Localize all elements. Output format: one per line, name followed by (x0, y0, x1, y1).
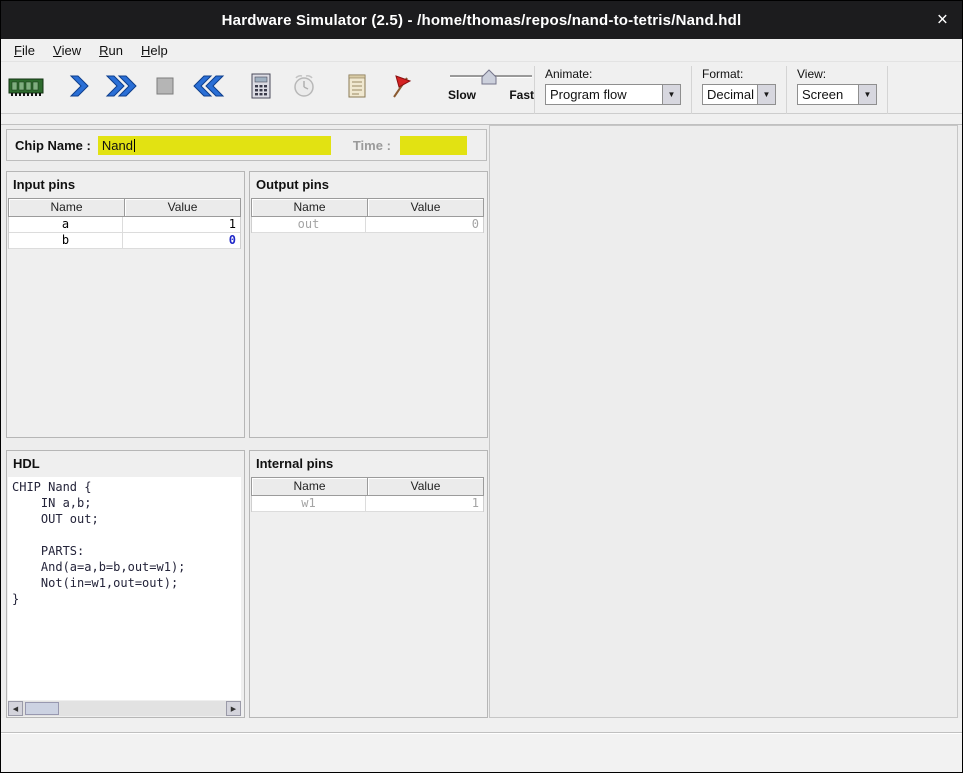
menu-help[interactable]: Help (132, 39, 177, 61)
column-header-value: Value (368, 198, 484, 217)
slider-slow-label: Slow (448, 88, 476, 102)
slider-thumb[interactable] (482, 70, 496, 84)
clock-button[interactable] (285, 66, 322, 106)
chip-name-label: Chip Name : (15, 138, 91, 153)
close-icon[interactable]: × (937, 11, 948, 30)
horizontal-scrollbar[interactable]: ◀ ▶ (8, 701, 241, 716)
chip-name-bar: Chip Name : Nand Time : (6, 129, 487, 161)
stop-square-icon (152, 73, 178, 99)
menu-view[interactable]: View (44, 39, 90, 61)
hdl-code: CHIP Nand { IN a,b; OUT out; PARTS: And(… (8, 477, 241, 700)
step-forward-icon (66, 73, 92, 99)
table-row[interactable]: a 1 (9, 217, 240, 233)
single-step-button[interactable] (60, 66, 97, 106)
chip-name-input[interactable]: Nand (98, 136, 331, 155)
chevron-down-icon[interactable]: ▼ (757, 85, 775, 104)
format-value: Decimal (703, 85, 757, 104)
format-select[interactable]: Decimal ▼ (702, 84, 776, 105)
scrollbar-track[interactable] (23, 701, 226, 716)
slider-fast-label: Fast (509, 88, 534, 102)
view-combo-group: View: Screen ▼ (786, 66, 888, 114)
pin-name-cell: out (252, 217, 366, 232)
stop-button[interactable] (146, 66, 183, 106)
input-pins-title: Input pins (7, 172, 244, 196)
format-combo-group: Format: Decimal ▼ (691, 66, 786, 114)
speed-slider[interactable] (448, 68, 534, 86)
time-field (400, 136, 467, 155)
calculator-button[interactable] (242, 66, 279, 106)
pin-name-cell: w1 (252, 496, 366, 511)
script-button[interactable] (338, 66, 375, 106)
menu-run[interactable]: Run (90, 39, 132, 61)
table-row: w1 1 (252, 496, 483, 512)
pin-value-cell[interactable]: 0 (123, 233, 240, 248)
internal-pins-title: Internal pins (250, 451, 487, 475)
screen-view-panel (489, 125, 958, 718)
internal-pins-table: Name Value w1 1 (251, 477, 484, 512)
column-header-name: Name (8, 198, 125, 217)
calculator-icon (249, 72, 273, 100)
scroll-right-icon[interactable]: ▶ (226, 701, 241, 716)
script-scroll-icon (344, 72, 370, 100)
column-header-value: Value (125, 198, 241, 217)
table-row[interactable]: b 0 (9, 233, 240, 249)
menu-bar: File View Run Help (1, 39, 962, 62)
text-cursor (134, 139, 135, 152)
input-pins-table: Name Value a 1 b 0 (8, 198, 241, 249)
reset-button[interactable] (189, 66, 226, 106)
format-label: Format: (702, 67, 776, 81)
menu-file[interactable]: File (5, 39, 44, 61)
hardware-simulator-window: Hardware Simulator (2.5) - /home/thomas/… (0, 0, 963, 773)
animate-select[interactable]: Program flow ▼ (545, 84, 681, 105)
column-header-name: Name (251, 477, 368, 496)
chevron-down-icon[interactable]: ▼ (858, 85, 876, 104)
scroll-left-icon[interactable]: ◀ (8, 701, 23, 716)
fast-forward-icon (104, 73, 140, 99)
view-select[interactable]: Screen ▼ (797, 84, 877, 105)
pin-name-cell: b (9, 233, 123, 248)
toolbar: Slow Fast Animate: Program flow ▼ Format… (1, 63, 962, 114)
pin-value-cell: 0 (366, 217, 483, 232)
internal-pins-panel: Internal pins Name Value w1 1 (249, 450, 488, 718)
scrollbar-thumb[interactable] (25, 702, 59, 715)
time-label: Time : (353, 138, 391, 153)
speed-slider-group: Slow Fast (448, 66, 534, 102)
column-header-name: Name (251, 198, 368, 217)
chevron-down-icon[interactable]: ▼ (662, 85, 680, 104)
breakpoints-button[interactable] (381, 66, 418, 106)
memory-chip-icon (8, 72, 44, 100)
view-value: Screen (798, 85, 858, 104)
hdl-panel: HDL CHIP Nand { IN a,b; OUT out; PARTS: … (6, 450, 245, 718)
run-button[interactable] (103, 66, 140, 106)
pin-value-cell[interactable]: 1 (123, 217, 240, 232)
output-pins-panel: Output pins Name Value out 0 (249, 171, 488, 438)
animate-combo-group: Animate: Program flow ▼ (534, 66, 691, 114)
pin-value-cell: 1 (366, 496, 483, 511)
animate-label: Animate: (545, 67, 681, 81)
load-chip-button[interactable] (7, 66, 44, 106)
output-pins-table: Name Value out 0 (251, 198, 484, 233)
column-header-value: Value (368, 477, 484, 496)
rewind-icon (190, 73, 226, 99)
view-label: View: (797, 67, 877, 81)
output-pins-title: Output pins (250, 172, 487, 196)
main-content: Chip Name : Nand Time : Input pins Name … (1, 124, 962, 718)
clock-icon (291, 72, 317, 100)
status-bar (1, 732, 962, 772)
window-title: Hardware Simulator (2.5) - /home/thomas/… (222, 12, 742, 29)
input-pins-panel: Input pins Name Value a 1 b 0 (6, 171, 245, 438)
pin-name-cell: a (9, 217, 123, 232)
title-bar: Hardware Simulator (2.5) - /home/thomas/… (1, 1, 962, 39)
red-flag-icon (387, 72, 413, 100)
hdl-title: HDL (7, 451, 244, 475)
table-row: out 0 (252, 217, 483, 233)
animate-value: Program flow (546, 85, 662, 104)
